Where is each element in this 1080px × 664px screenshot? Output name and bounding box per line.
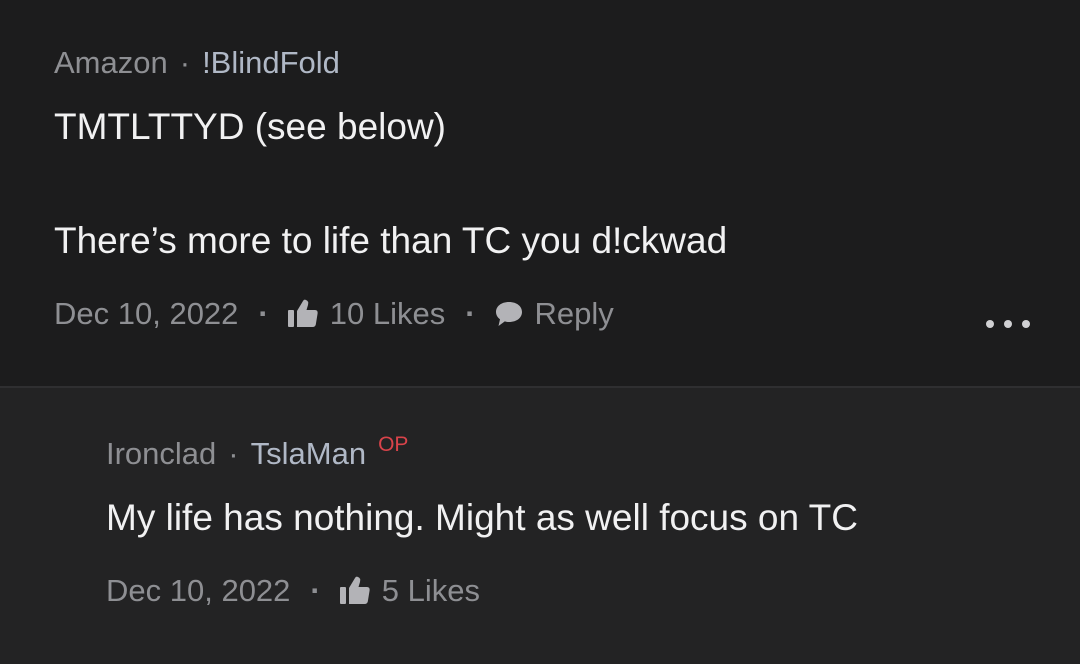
meta-separator: ·: [228, 436, 239, 471]
reply-footer: Dec 10, 2022 · 5 Likes: [106, 573, 480, 609]
comment-footer: Dec 10, 2022 · 10 Likes · Reply: [54, 296, 614, 332]
like-count: 10 Likes: [329, 296, 446, 331]
reply-meta: Ironclad · TslaMan OP: [106, 433, 409, 472]
reply-text: My life has nothing. Might as well focus…: [106, 497, 858, 538]
comment-meta: Amazon · !BlindFold: [54, 45, 340, 81]
comment-date: Dec 10, 2022: [54, 296, 239, 331]
comment-text-line-2: There’s more to life than TC you d!ckwad: [54, 220, 728, 261]
username[interactable]: TslaMan: [251, 436, 366, 472]
company-name[interactable]: Amazon: [54, 45, 168, 81]
top-comment: Amazon · !BlindFold TMTLTTYD (see below)…: [0, 0, 1080, 386]
reply-date: Dec 10, 2022: [106, 573, 291, 608]
reply-button[interactable]: Reply: [494, 296, 614, 332]
thumbs-up-icon: [339, 576, 370, 604]
like-button[interactable]: 5 Likes: [339, 573, 480, 609]
thumbs-up-icon: [287, 299, 318, 327]
more-options-icon: [986, 320, 994, 328]
speech-bubble-icon: [495, 302, 522, 326]
like-button[interactable]: 10 Likes: [287, 296, 445, 332]
footer-separator: ·: [310, 573, 321, 608]
op-badge: OP: [378, 433, 409, 456]
reply-comment: Ironclad · TslaMan OP My life has nothin…: [0, 388, 1080, 664]
username[interactable]: !BlindFold: [202, 45, 340, 81]
meta-separator: ·: [179, 45, 191, 80]
reply-label: Reply: [534, 296, 614, 331]
comment-text-line-1: TMTLTTYD (see below): [54, 106, 446, 147]
footer-separator: ·: [258, 296, 269, 331]
company-name[interactable]: Ironclad: [106, 436, 216, 472]
more-options-button[interactable]: [986, 314, 1030, 334]
like-count: 5 Likes: [381, 573, 480, 608]
footer-separator: ·: [465, 296, 476, 331]
